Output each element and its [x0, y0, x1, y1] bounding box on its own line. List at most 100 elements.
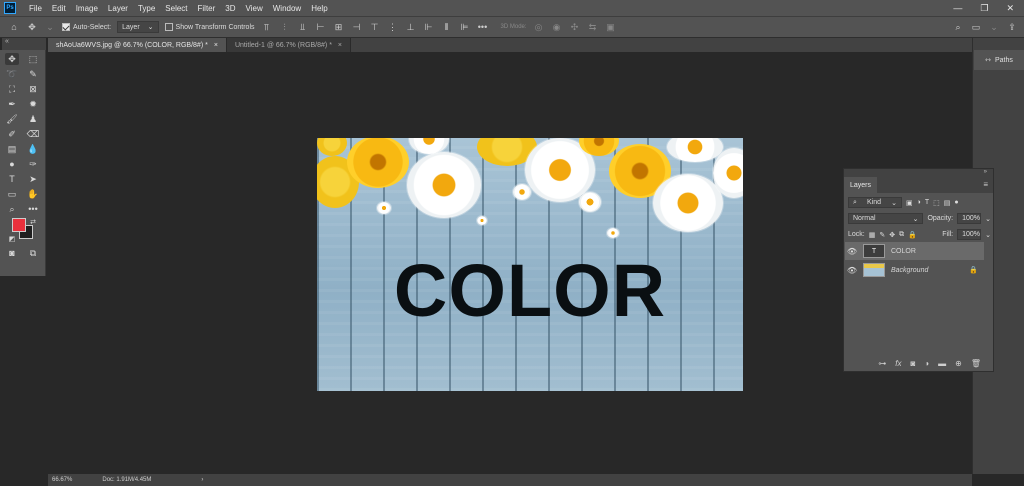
path-select-tool-icon[interactable]: ➤: [26, 173, 40, 185]
3d-orbit-icon[interactable]: ◎: [533, 22, 545, 33]
document-image[interactable]: COLOR: [317, 138, 743, 391]
lock-position-icon[interactable]: ✥: [889, 231, 895, 239]
3d-roll-icon[interactable]: ◉: [551, 22, 563, 33]
rectangle-tool-icon[interactable]: ▭: [5, 188, 19, 200]
align-bottom-icon[interactable]: ⫫: [297, 22, 309, 33]
pen-tool-icon[interactable]: ✑: [26, 158, 40, 170]
distribute-right-icon[interactable]: ⊫: [459, 22, 471, 33]
distribute-vcenter-icon[interactable]: ⋮: [387, 22, 399, 33]
menu-layer[interactable]: Layer: [103, 4, 133, 13]
move-tool-icon[interactable]: ✥: [26, 22, 38, 33]
auto-select-dropdown[interactable]: Layer ⌄: [117, 21, 159, 33]
foreground-color-swatch[interactable]: [12, 218, 26, 232]
menu-image[interactable]: Image: [71, 4, 103, 13]
distribute-bottom-icon[interactable]: ⊥: [405, 22, 417, 33]
frame-tool-icon[interactable]: ⊠: [26, 83, 40, 95]
close-tab-icon[interactable]: ×: [214, 42, 218, 49]
chevron-down-icon[interactable]: ⌄: [985, 215, 991, 223]
zoom-level[interactable]: 66.67%: [52, 477, 72, 483]
toolbar-collapse[interactable]: «: [2, 38, 46, 50]
visibility-eye-icon[interactable]: 👁: [845, 266, 859, 275]
filter-pixel-icon[interactable]: ▣: [906, 199, 913, 207]
workspace-icon[interactable]: ▭: [970, 22, 982, 33]
new-group-icon[interactable]: ▬: [938, 359, 946, 368]
restore-button[interactable]: ❐: [980, 3, 988, 14]
chevron-down-icon[interactable]: ⌄: [988, 22, 1000, 33]
tab-layers[interactable]: Layers: [844, 177, 878, 193]
search-icon[interactable]: ⌕: [952, 22, 964, 33]
new-layer-icon[interactable]: ⊕: [955, 359, 962, 368]
marquee-tool-icon[interactable]: ⬚: [26, 53, 40, 65]
share-icon[interactable]: ⇪: [1006, 22, 1018, 33]
3d-pan-icon[interactable]: ✣: [569, 22, 581, 33]
minimize-button[interactable]: —: [953, 3, 962, 14]
paths-panel-button[interactable]: ⇿ Paths: [974, 50, 1024, 70]
link-layers-icon[interactable]: ⊶: [878, 359, 886, 368]
status-menu-arrow[interactable]: ›: [201, 477, 203, 483]
brush-tool-icon[interactable]: 🖌: [5, 113, 19, 125]
menu-edit[interactable]: Edit: [47, 4, 71, 13]
close-window-button[interactable]: ✕: [1006, 3, 1014, 14]
zoom-tool-icon[interactable]: ⌕: [5, 203, 19, 215]
chevron-down-icon[interactable]: ⌄: [985, 231, 991, 239]
align-vcenter-icon[interactable]: ⫶: [279, 22, 291, 33]
lock-image-icon[interactable]: ✎: [879, 231, 885, 239]
distribute-left-icon[interactable]: ⊩: [423, 22, 435, 33]
distribute-hcenter-icon[interactable]: ⦀: [441, 22, 453, 33]
more-options-icon[interactable]: •••: [477, 22, 489, 32]
adjustment-layer-icon[interactable]: ◑: [924, 359, 929, 368]
menu-select[interactable]: Select: [160, 4, 192, 13]
filter-adjustment-icon[interactable]: ◑: [917, 199, 921, 206]
trash-icon[interactable]: 🗑: [971, 359, 981, 368]
history-brush-tool-icon[interactable]: ✐: [5, 128, 19, 140]
crop-tool-icon[interactable]: ⛶: [5, 83, 19, 95]
eyedropper-tool-icon[interactable]: ✒: [5, 98, 19, 110]
fill-field[interactable]: 100%: [957, 229, 982, 240]
spot-healing-tool-icon[interactable]: ✹: [26, 98, 40, 110]
more-tools-icon[interactable]: •••: [26, 203, 40, 215]
lasso-tool-icon[interactable]: ➰: [5, 68, 19, 80]
hand-tool-icon[interactable]: ✋: [26, 188, 40, 200]
color-text-layer[interactable]: COLOR: [317, 248, 743, 333]
blend-mode-dropdown[interactable]: Normal ⌄: [848, 213, 924, 224]
collapse-panel-icon[interactable]: »: [984, 169, 987, 175]
visibility-eye-icon[interactable]: 👁: [845, 247, 859, 256]
lock-artboard-icon[interactable]: ⧉: [899, 231, 904, 239]
align-hcenter-icon[interactable]: ⊞: [333, 22, 345, 33]
3d-scale-icon[interactable]: ▣: [605, 22, 617, 33]
menu-type[interactable]: Type: [133, 4, 160, 13]
layer-filter-dropdown[interactable]: ⌕ Kind ⌄: [848, 197, 902, 208]
menu-view[interactable]: View: [241, 4, 268, 13]
close-tab-icon[interactable]: ×: [338, 42, 342, 49]
panel-menu-icon[interactable]: ≡: [983, 180, 988, 189]
checkbox-checked-icon[interactable]: [62, 23, 70, 31]
tab-untitled-1[interactable]: Untitled-1 @ 66.7% (RGB/8#) * ×: [226, 38, 352, 52]
default-colors-icon[interactable]: ◩: [5, 233, 19, 245]
auto-select-checkbox[interactable]: Auto-Select:: [62, 20, 111, 34]
type-tool-icon[interactable]: T: [5, 173, 19, 185]
lock-icon[interactable]: 🔒: [969, 266, 978, 274]
gradient-tool-icon[interactable]: ▤: [5, 143, 19, 155]
layer-row-color[interactable]: 👁 T COLOR: [845, 242, 984, 260]
menu-3d[interactable]: 3D: [220, 4, 240, 13]
lock-transparent-icon[interactable]: ▦: [869, 231, 876, 239]
show-transform-checkbox[interactable]: Show Transform Controls: [164, 20, 255, 34]
add-mask-icon[interactable]: ◙: [910, 359, 915, 368]
quick-mask-icon[interactable]: ◙: [5, 247, 19, 259]
checkbox-unchecked-icon[interactable]: [164, 23, 173, 31]
blur-tool-icon[interactable]: 💧: [26, 143, 40, 155]
menu-help[interactable]: Help: [306, 4, 332, 13]
filter-smart-icon[interactable]: ▤: [944, 199, 951, 207]
fx-icon[interactable]: fx: [895, 359, 901, 368]
clone-stamp-tool-icon[interactable]: ♟: [26, 113, 40, 125]
align-left-icon[interactable]: ⊢: [315, 22, 327, 33]
align-top-icon[interactable]: ⫪: [261, 22, 273, 33]
menu-window[interactable]: Window: [268, 4, 306, 13]
3d-slide-icon[interactable]: ⇆: [587, 22, 599, 33]
layer-row-background[interactable]: 👁 Background 🔒: [845, 261, 984, 279]
quick-select-tool-icon[interactable]: ✎: [26, 68, 40, 80]
dodge-tool-icon[interactable]: ●: [5, 158, 19, 170]
eraser-tool-icon[interactable]: ⌫: [26, 128, 40, 140]
move-tool-icon[interactable]: ✥: [5, 53, 19, 65]
photoshop-logo-icon[interactable]: Ps: [4, 2, 16, 14]
